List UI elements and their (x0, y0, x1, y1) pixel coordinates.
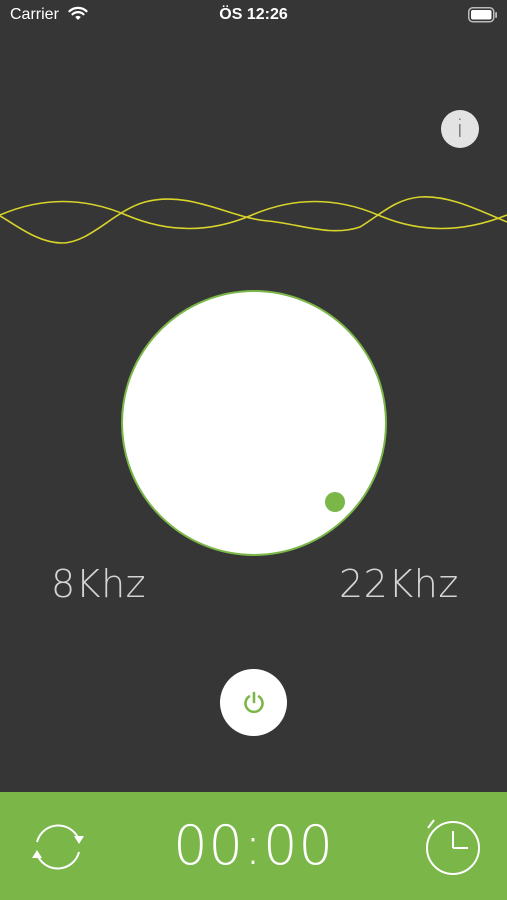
power-icon (243, 691, 264, 713)
dial-knob[interactable] (325, 492, 345, 512)
power-button[interactable] (220, 669, 287, 736)
info-button[interactable]: i (441, 110, 479, 148)
max-frequency-label: 22Khz (339, 562, 459, 606)
info-icon: i (456, 115, 464, 143)
status-time: ÖS 12:26 (219, 6, 288, 23)
bottom-bar: 00:00 (0, 792, 507, 900)
sound-wave (0, 196, 507, 244)
timer-icon[interactable] (420, 814, 484, 878)
frequency-dial[interactable] (121, 290, 387, 556)
min-frequency-label: 8Khz (51, 562, 147, 606)
battery-icon (468, 7, 497, 23)
status-bar: Carrier ÖS 12:26 (0, 0, 507, 32)
